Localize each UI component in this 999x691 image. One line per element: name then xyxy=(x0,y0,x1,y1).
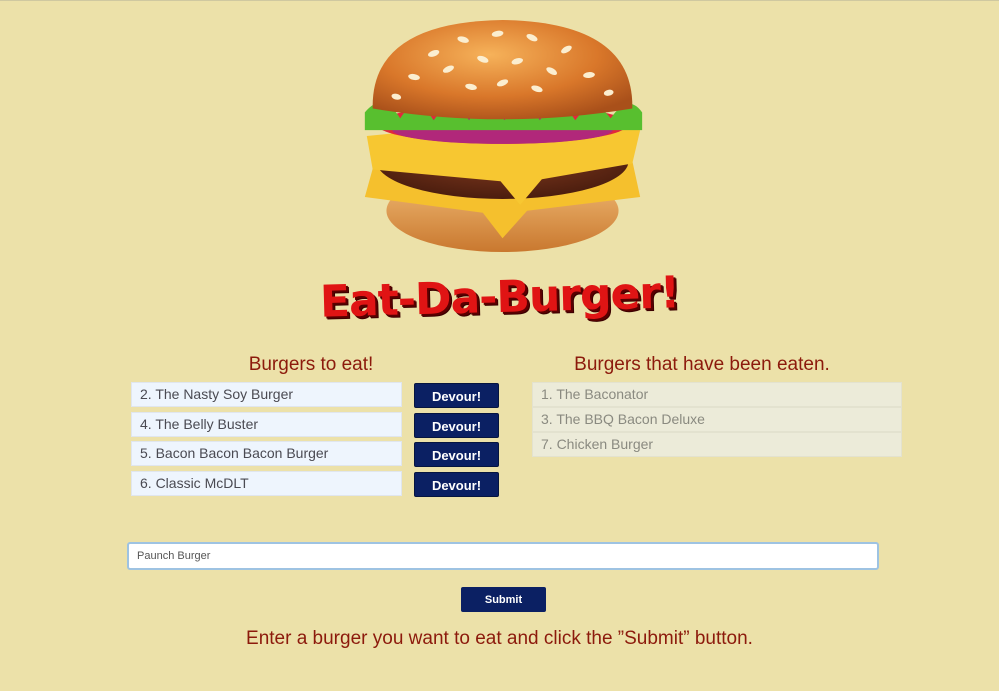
to-eat-item: 5. Bacon Bacon Bacon Burger xyxy=(131,441,402,466)
devour-button[interactable]: Devour! xyxy=(414,383,499,408)
instructions-text: Enter a burger you want to eat and click… xyxy=(246,628,753,649)
burger-name-input[interactable] xyxy=(127,542,879,570)
eaten-item: 1. The Baconator xyxy=(532,382,902,407)
devour-button[interactable]: Devour! xyxy=(414,442,499,467)
to-eat-heading: Burgers to eat! xyxy=(248,354,374,375)
to-eat-item: 2. The Nasty Soy Burger xyxy=(131,382,402,407)
eaten-item: 3. The BBQ Bacon Deluxe xyxy=(532,407,902,432)
to-eat-item: 6. Classic McDLT xyxy=(131,471,402,496)
eaten-item: 7. Chicken Burger xyxy=(532,432,902,457)
to-eat-item: 4. The Belly Buster xyxy=(131,412,402,437)
app-title: Eat-Da-Burger! xyxy=(319,267,680,328)
devour-button[interactable]: Devour! xyxy=(414,413,499,438)
top-border xyxy=(0,0,999,1)
submit-button[interactable]: Submit xyxy=(461,587,546,612)
eaten-heading: Burgers that have been eaten. xyxy=(574,354,830,375)
burger-icon xyxy=(364,19,643,253)
devour-button[interactable]: Devour! xyxy=(414,472,499,497)
